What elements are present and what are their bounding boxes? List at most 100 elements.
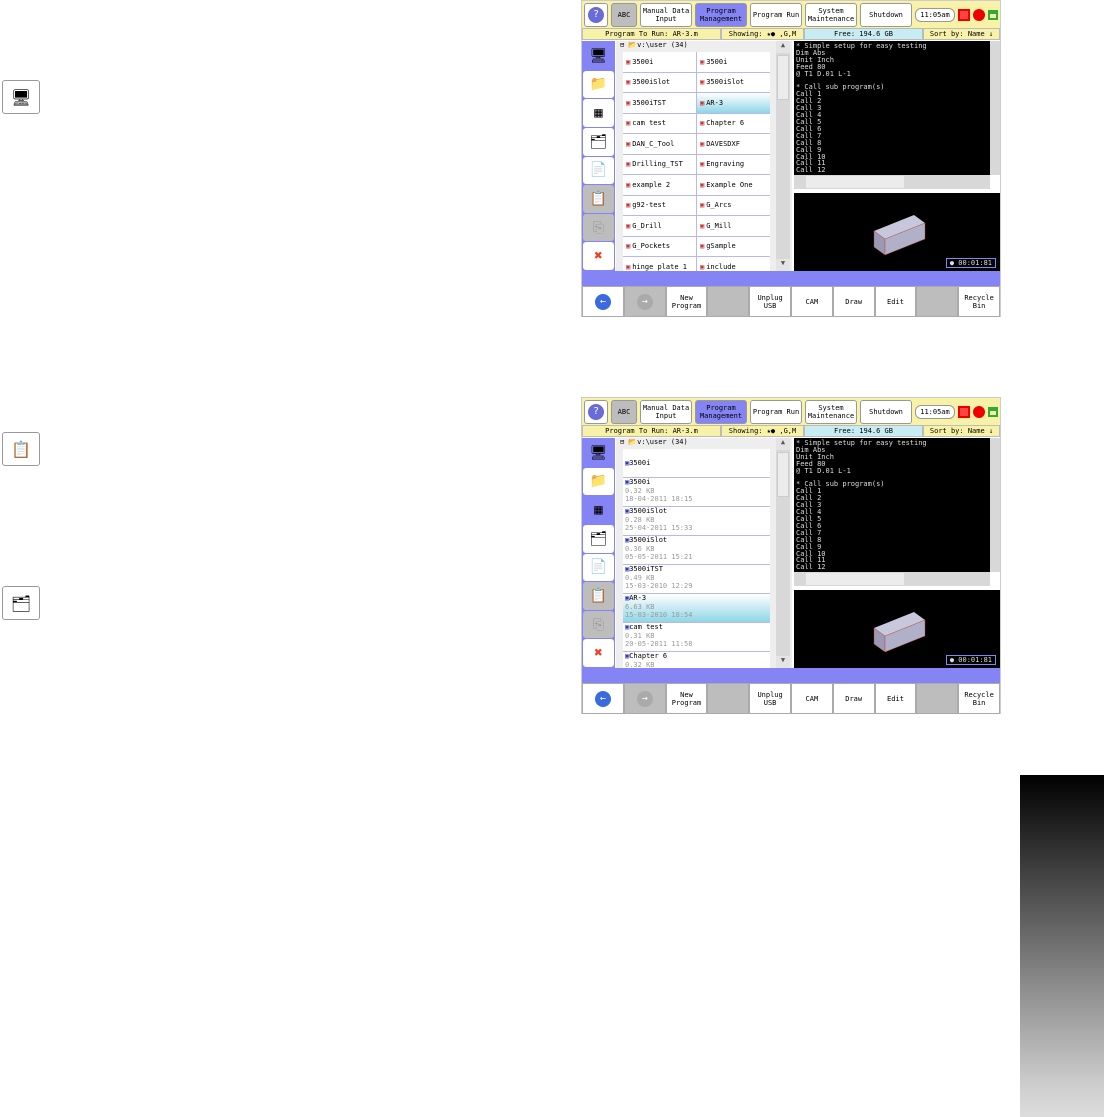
unplug-usb-button[interactable]: Unplug USB (749, 286, 791, 317)
file-item[interactable]: ▣ Chapter 6 (697, 113, 770, 133)
copy-button[interactable]: 📄 (583, 553, 614, 582)
paste-button[interactable]: 📋 (583, 185, 614, 213)
forward-button[interactable]: → (623, 286, 666, 317)
file-item[interactable]: ▣ 3500iTST (623, 93, 696, 113)
code-horizontal-scrollbar[interactable] (794, 572, 990, 586)
shutdown-button[interactable]: Shutdown (860, 399, 912, 424)
unlock-icon[interactable] (988, 406, 998, 417)
move-button[interactable]: ⎘ (583, 213, 614, 242)
forward-button[interactable]: → (623, 683, 666, 714)
tab-program-management[interactable]: Program Management (695, 399, 747, 424)
file-item[interactable]: ▣cam test 0.31 KB 20-05-2011 11:58 (623, 623, 770, 651)
paste-button[interactable]: 📋 (583, 582, 614, 610)
move-button[interactable]: ⎘ (583, 610, 614, 639)
unlock-icon[interactable] (988, 9, 998, 20)
cam-button[interactable]: CAM (790, 286, 833, 317)
file-item[interactable]: ▣ G_Arcs (697, 195, 770, 215)
code-vertical-scrollbar[interactable] (990, 41, 1000, 175)
unplug-usb-button[interactable]: Unplug USB (749, 683, 791, 714)
tab-system-maintenance[interactable]: System Maintenance (805, 399, 857, 424)
setup-button[interactable]: 🖥 (583, 42, 614, 70)
sort-by[interactable]: Sort by: Name ↓ (923, 425, 1000, 437)
file-item[interactable]: ▣ g92-test (623, 195, 696, 215)
code-horizontal-scrollbar[interactable] (794, 175, 990, 189)
keyboard-button[interactable]: ABC (611, 399, 637, 424)
folder-button[interactable]: 📁 (583, 467, 614, 496)
edit-button[interactable]: Edit (874, 286, 917, 317)
tab-program-management[interactable]: Program Management (695, 2, 747, 27)
file-item[interactable]: ▣ Drilling_TST (623, 154, 696, 174)
file-item[interactable]: ▣ example 2 (623, 175, 696, 195)
edit-button[interactable]: Edit (874, 683, 917, 714)
file-item[interactable]: ▣3500iSlot 0.36 KB 05-05-2011 15:21 (623, 536, 770, 564)
scroll-up-icon[interactable]: ▲ (776, 41, 790, 53)
help-button[interactable]: ? (584, 399, 608, 424)
detail-view-button[interactable]: ▦ (583, 99, 614, 127)
folder-path[interactable]: ⊟ 📂v:\user (34) (616, 438, 792, 448)
tab-manual-data-input[interactable]: Manual Data Input (640, 399, 692, 424)
file-item[interactable]: ▣ G_Drill (623, 216, 696, 236)
file-item[interactable]: ▣ hinge plate 1 (623, 257, 696, 271)
code-vertical-scrollbar[interactable] (990, 438, 1000, 572)
back-button[interactable]: ← (582, 286, 624, 317)
tab-system-maintenance[interactable]: System Maintenance (805, 2, 857, 27)
file-item[interactable]: ▣ Example One (697, 175, 770, 195)
tab-manual-data-input[interactable]: Manual Data Input (640, 2, 692, 27)
select-files-button[interactable]: 🗂 (583, 127, 614, 156)
detail-view-button[interactable]: ▦ (583, 496, 614, 524)
folder-button[interactable]: 📁 (583, 70, 614, 99)
setup-button[interactable]: 🖥 (583, 439, 614, 467)
file-item[interactable]: ▣ 3500iSlot (697, 72, 770, 92)
recycle-bin-button[interactable]: Recycle Bin (958, 683, 1000, 714)
file-item[interactable]: ▣3500i 0.32 KB 18-04-2011 18:15 (623, 478, 770, 506)
back-button[interactable]: ← (582, 683, 624, 714)
record-icon[interactable] (973, 405, 985, 418)
estop-icon[interactable] (958, 405, 970, 418)
estop-icon[interactable] (958, 8, 970, 21)
select-files-button[interactable]: 🗂 (583, 524, 614, 553)
record-icon[interactable] (973, 8, 985, 21)
tab-program-run[interactable]: Program Run (750, 2, 802, 27)
showing-filter[interactable]: Showing: ★● ,G,M (721, 425, 804, 437)
file-item[interactable]: ▣ G_Mill (697, 216, 770, 236)
tab-program-run[interactable]: Program Run (750, 399, 802, 424)
scroll-up-icon[interactable]: ▲ (776, 438, 790, 450)
delete-button[interactable]: ✖ (583, 639, 614, 667)
folder-path[interactable]: ⊟ 📂v:\user (34) (616, 41, 792, 51)
draw-button[interactable]: Draw (832, 286, 875, 317)
file-item[interactable]: ▣3500i (623, 449, 770, 477)
file-item[interactable]: ▣ cam test (623, 113, 696, 133)
file-item[interactable]: ▣3500iSlot 0.28 KB 25-04-2011 15:33 (623, 507, 770, 535)
file-item[interactable]: ▣ Engraving (697, 154, 770, 174)
code-preview[interactable]: * Simple setup for easy testing Dim Abs … (794, 438, 990, 572)
draw-button[interactable]: Draw (832, 683, 875, 714)
showing-filter[interactable]: Showing: ★● ,G,M (721, 28, 804, 40)
help-button[interactable]: ? (584, 2, 608, 27)
new-program-button[interactable]: New Program (665, 683, 708, 714)
scroll-down-icon[interactable]: ▼ (776, 259, 790, 271)
file-item[interactable]: ▣3500i (623, 52, 696, 72)
file-item[interactable]: ▣AR-3 6.63 KB 15-03-2010 18:54 (623, 594, 770, 622)
file-item[interactable]: ▣Chapter 6 0.32 KB (623, 652, 770, 668)
file-scrollbar[interactable]: ▲ ▼ (776, 41, 790, 271)
recycle-bin-button[interactable]: Recycle Bin (958, 286, 1000, 317)
copy-button[interactable]: 📄 (583, 156, 614, 185)
file-item[interactable]: ▣ AR-3 (697, 93, 770, 113)
scroll-down-icon[interactable]: ▼ (776, 656, 790, 668)
sort-by[interactable]: Sort by: Name ↓ (923, 28, 1000, 40)
file-item[interactable]: ▣3500i (697, 52, 770, 72)
file-item[interactable]: ▣3500iTST 0.49 KB 15-03-2010 12:29 (623, 565, 770, 593)
delete-button[interactable]: ✖ (583, 242, 614, 270)
file-scrollbar[interactable]: ▲ ▼ (776, 438, 790, 668)
file-item[interactable]: ▣ G_Pockets (623, 236, 696, 256)
file-item[interactable]: ▣ DAN_C_Tool (623, 134, 696, 154)
code-preview[interactable]: * Simple setup for easy testing Dim Abs … (794, 41, 990, 175)
file-item[interactable]: ▣ gSample (697, 236, 770, 256)
cam-button[interactable]: CAM (790, 683, 833, 714)
new-program-button[interactable]: New Program (665, 286, 708, 317)
shutdown-button[interactable]: Shutdown (860, 2, 912, 27)
keyboard-button[interactable]: ABC (611, 2, 637, 27)
file-item[interactable]: ▣ DAVESDXF (697, 134, 770, 154)
file-item[interactable]: ▣ include (697, 257, 770, 271)
file-item[interactable]: ▣ 3500iSlot (623, 72, 696, 92)
